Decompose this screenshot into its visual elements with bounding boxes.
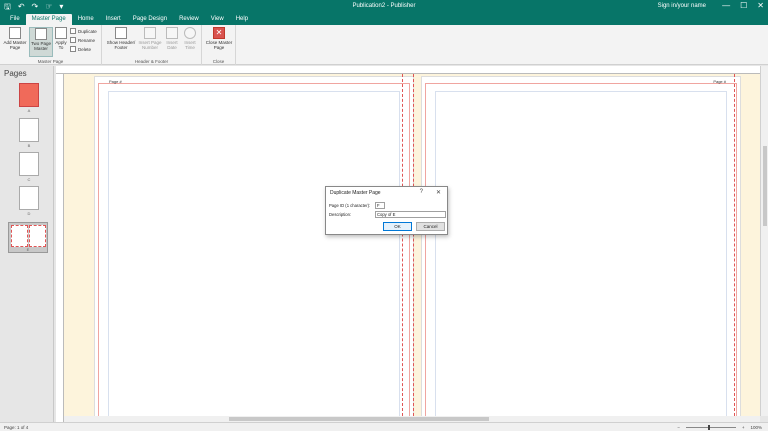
page-id-label: Page ID (1 character): — [329, 203, 371, 208]
ribbon: Add Master Page Two Page Master Apply To… — [0, 25, 768, 65]
page-thumbnail-b[interactable] — [19, 118, 39, 142]
tab-file[interactable]: File — [4, 14, 26, 25]
ok-button[interactable]: OK — [383, 222, 412, 231]
vertical-ruler[interactable] — [56, 74, 64, 422]
tab-home[interactable]: Home — [72, 14, 100, 25]
close-window-icon[interactable]: ✕ — [757, 1, 764, 10]
zoom-slider[interactable] — [685, 425, 736, 430]
duplicate-button[interactable]: Duplicate — [70, 28, 97, 34]
tab-help[interactable]: Help — [230, 14, 254, 25]
right-edge-guide — [734, 74, 735, 416]
tab-view[interactable]: View — [205, 14, 230, 25]
page-thumbnail-label: E — [26, 247, 30, 252]
tab-insert[interactable]: Insert — [100, 14, 127, 25]
delete-button[interactable]: Delete — [70, 46, 91, 52]
page-number-field[interactable]: Page # — [713, 79, 726, 84]
vertical-scrollbar[interactable] — [760, 66, 768, 416]
user-name[interactable]: Sign in/your name — [658, 3, 706, 9]
close-icon: ✕ — [213, 27, 225, 39]
duplicate-icon — [70, 28, 76, 34]
add-master-page-button[interactable]: Add Master Page — [3, 27, 27, 50]
apply-icon — [55, 27, 67, 39]
description-label: Description: — [329, 212, 352, 217]
window-controls: — ☐ ✕ — [722, 1, 764, 10]
zoom-level[interactable]: 100% — [750, 425, 762, 430]
page-id-input[interactable]: F — [375, 202, 385, 209]
page-thumbnail-label: A — [27, 108, 31, 113]
maximize-icon[interactable]: ☐ — [740, 1, 747, 10]
clock-icon — [184, 27, 196, 39]
insert-page-number-button[interactable]: Insert Page Number — [138, 27, 162, 50]
apply-to-button[interactable]: Apply To — [53, 27, 69, 50]
left-page[interactable]: Page # — [94, 76, 414, 416]
duplicate-master-page-dialog: Duplicate Master Page ? ✕ Page ID (1 cha… — [325, 186, 448, 235]
spine-guide — [402, 74, 403, 416]
page-thumbnail-label: C — [27, 177, 31, 182]
cancel-button[interactable]: Cancel — [416, 222, 445, 231]
ribbon-tabs: File Master Page Home Insert Page Design… — [0, 14, 768, 25]
column-guide — [108, 91, 400, 416]
page-indicator[interactable]: Page: 1 of 4 — [4, 425, 28, 430]
description-input[interactable]: Copy of E — [375, 211, 446, 218]
show-header-footer-button[interactable]: Show Header/ Footer — [106, 27, 136, 50]
page-number-field[interactable]: Page # — [109, 79, 122, 84]
zoom-slider-knob[interactable] — [707, 425, 710, 430]
spine-guide — [413, 74, 414, 416]
add-page-icon — [9, 27, 21, 39]
delete-icon — [70, 46, 76, 52]
insert-time-button[interactable]: Insert Time — [182, 27, 198, 50]
column-guide — [435, 91, 727, 416]
page-thumbnail-a[interactable] — [19, 83, 39, 107]
zoom-controls: − + 100% — [677, 425, 762, 430]
minimize-icon[interactable]: — — [722, 1, 730, 10]
horizontal-scroll-thumb[interactable] — [229, 417, 489, 421]
group-close: ✕ Close Master Page Close — [202, 25, 236, 65]
help-icon[interactable]: ? — [420, 189, 423, 195]
rename-button[interactable]: Rename — [70, 37, 95, 43]
zoom-in-icon[interactable]: + — [742, 425, 745, 430]
zoom-out-icon[interactable]: − — [677, 425, 680, 430]
page-thumbnail-label: D — [27, 211, 31, 216]
two-page-master-button[interactable]: Two Page Master — [29, 27, 53, 57]
dialog-title: Duplicate Master Page — [330, 190, 381, 196]
window-title: Publication2 - Publisher — [352, 3, 416, 9]
close-icon[interactable]: ✕ — [436, 189, 441, 196]
tab-master-page[interactable]: Master Page — [25, 14, 72, 25]
insert-date-button[interactable]: Insert Date — [164, 27, 180, 50]
group-label-close: Close — [212, 59, 225, 64]
status-bar: Page: 1 of 4 − + 100% — [0, 422, 768, 431]
page-thumbnail-c[interactable] — [19, 152, 39, 176]
pages-pane: Pages A B C D E — [0, 66, 54, 422]
tab-review[interactable]: Review — [173, 14, 205, 25]
right-page[interactable]: Page # — [421, 76, 741, 416]
header-footer-icon — [115, 27, 127, 39]
tab-page-design[interactable]: Page Design — [127, 14, 173, 25]
vertical-scroll-thumb[interactable] — [763, 146, 767, 226]
close-master-page-button[interactable]: ✕ Close Master Page — [205, 27, 233, 50]
page-thumbnail-label: B — [27, 143, 31, 148]
title-bar: 🖫 ↶ ↷ ☞ ▾ Publication2 - Publisher Sign … — [0, 0, 768, 14]
page-thumbnail-d[interactable] — [19, 186, 39, 210]
page-number-icon — [144, 27, 156, 39]
workspace[interactable]: Page # Page # — [64, 74, 760, 416]
group-label-master-page: Master Page — [37, 59, 64, 64]
horizontal-ruler[interactable] — [56, 66, 760, 74]
group-header-footer: Show Header/ Footer Insert Page Number I… — [102, 25, 202, 65]
pages-pane-title: Pages — [4, 69, 27, 78]
rename-icon — [70, 37, 76, 43]
group-label-header-footer: Header & Footer — [134, 59, 169, 64]
calendar-icon — [166, 27, 178, 39]
group-master-page: Add Master Page Two Page Master Apply To… — [0, 25, 102, 65]
two-page-icon — [35, 28, 47, 40]
